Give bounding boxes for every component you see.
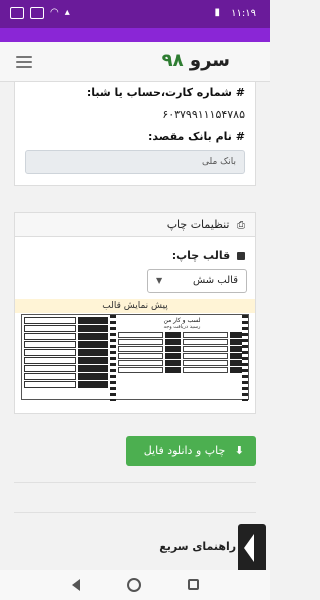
receipt-title: لسب و کار من [163,317,201,324]
receipt-perforation [242,315,248,401]
play-icon[interactable] [238,524,266,574]
hamburger-icon[interactable] [16,56,32,68]
card-number-label: # شماره کارت،حساب یا شبا: [86,86,245,99]
account-card: # شماره کارت،حساب یا شبا: ۶۰۳۷۹۹۱۱۱۵۴۷۸۵… [14,82,256,186]
battery-icon: ▮ [214,7,220,18]
status-left-icons: ◠ ▴ [10,7,70,19]
download-icon: ⬇ [234,444,244,457]
printer-icon: ⎙ [237,220,245,231]
bank-name-label: # نام بانک مقصد: [147,130,245,143]
signal-icon: ▴ [64,7,70,18]
status-bar: ◠ ▴ ▮ ۱۱:۱۹ [0,0,270,28]
receipt-main: لسب و کار من رسید دریافت وجه [118,317,246,397]
logo-number: ۹۸ [161,50,184,71]
back-icon[interactable] [72,579,80,591]
logo-word: سرو [189,50,230,71]
receipt-preview: لسب و کار من رسید دریافت وجه [21,314,249,401]
template-label: قالب چاپ: [172,249,245,262]
top-strip [0,28,270,42]
template-selected-value: قالب شش [193,275,238,286]
divider [14,512,256,513]
recent-apps-icon[interactable] [188,579,199,590]
notification-icon [10,7,24,19]
template-preview-title: پیش نمایش قالب [15,299,255,313]
print-settings-header: ⎙ تنظیمات چاپ [15,213,255,237]
receipt-grid [118,332,246,373]
notification-icon [30,7,44,19]
template-icon [237,252,245,260]
home-icon[interactable] [127,578,141,592]
status-right-icons: ▮ [214,7,220,19]
receipt-perforation [110,315,116,401]
receipt-stub [24,317,108,397]
print-settings-title: تنظیمات چاپ [166,218,230,231]
template-select[interactable]: قالب شش ▼ [147,269,247,293]
bank-name-field[interactable]: بانک ملی [25,150,245,174]
print-download-label: چاپ و دانلود فایل [143,444,226,457]
chevron-down-icon: ▼ [156,276,163,285]
app-header: سرو ۹۸ [0,42,270,82]
print-settings-card: ⎙ تنظیمات چاپ قالب چاپ: قالب شش ▼ پیش نم… [14,212,256,414]
status-time: ۱۱:۱۹ [231,8,256,19]
card-number-value: ۶۰۳۷۹۹۱۱۱۵۴۷۸۵ [162,108,245,121]
app-logo[interactable]: سرو ۹۸ [162,50,230,71]
system-nav-bar [0,570,270,600]
wifi-icon: ◠ [50,7,59,18]
divider [14,482,256,483]
receipt-subtitle: رسید دریافت وجه [163,324,201,330]
print-download-button[interactable]: ⬇ چاپ و دانلود فایل [126,436,256,466]
